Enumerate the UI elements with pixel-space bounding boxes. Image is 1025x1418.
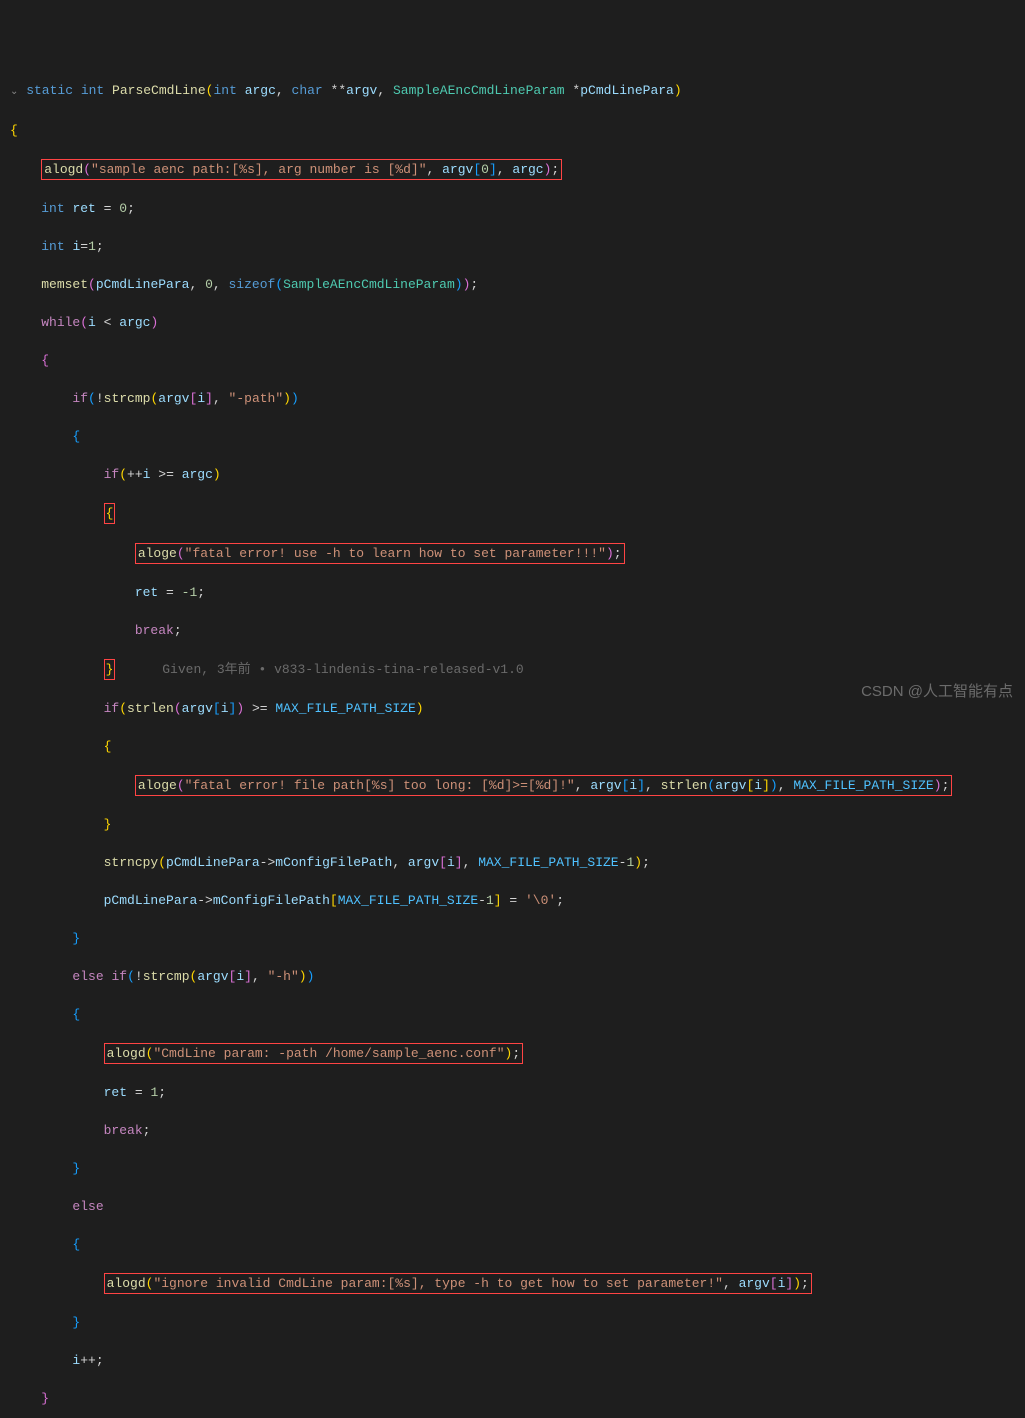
else-if-h-brace[interactable]: { [10, 1005, 1025, 1024]
if-path-brace-close[interactable]: } [10, 929, 1025, 948]
if-inci-brace-close[interactable]: } Given, 3年前 • v833-lindenis-tina-releas… [10, 659, 1025, 680]
else-brace-close[interactable]: } [10, 1313, 1025, 1332]
i-incr[interactable]: i++; [10, 1351, 1025, 1370]
else-if-h-line[interactable]: else if(!strcmp(argv[i], "-h")) [10, 967, 1025, 986]
brace-open[interactable]: { [10, 121, 1025, 140]
decl-i[interactable]: int i=1; [10, 237, 1025, 256]
aloge-fatal-path[interactable]: aloge("fatal error! file path[%s] too lo… [10, 775, 1025, 796]
else-if-h-brace-close[interactable]: } [10, 1159, 1025, 1178]
func-name: ParseCmdLine [112, 83, 206, 98]
while-brace-close[interactable]: } [10, 1389, 1025, 1408]
watermark: CSDN @人工智能有点 [861, 682, 1013, 701]
alogd-cmdline[interactable]: alogd("CmdLine param: -path /home/sample… [10, 1043, 1025, 1064]
alogd-sample-line[interactable]: alogd("sample aenc path:[%s], arg number… [10, 159, 1025, 180]
brace-highlight-open: { [104, 503, 116, 524]
decl-ret[interactable]: int ret = 0; [10, 199, 1025, 218]
highlight-box-5: alogd("ignore invalid CmdLine param:[%s]… [104, 1273, 812, 1294]
memset-line[interactable]: memset(pCmdLinePara, 0, sizeof(SampleAEn… [10, 275, 1025, 294]
if-inci-brace[interactable]: { [10, 503, 1025, 524]
brace-highlight-close: } [104, 659, 116, 680]
fold-icon[interactable]: ⌄ [10, 87, 18, 98]
if-strlen-brace[interactable]: { [10, 737, 1025, 756]
else-line[interactable]: else [10, 1197, 1025, 1216]
if-strlen-brace-close[interactable]: } [10, 815, 1025, 834]
ret-1[interactable]: ret = 1; [10, 1083, 1025, 1102]
else-brace[interactable]: { [10, 1235, 1025, 1254]
if-path-line[interactable]: if(!strcmp(argv[i], "-path")) [10, 389, 1025, 408]
if-inci-line[interactable]: if(++i >= argc) [10, 465, 1025, 484]
while-line[interactable]: while(i < argc) [10, 313, 1025, 332]
kw-static: static [26, 83, 73, 98]
highlight-box-1: alogd("sample aenc path:[%s], arg number… [41, 159, 562, 180]
alogd-ignore[interactable]: alogd("ignore invalid CmdLine param:[%s]… [10, 1273, 1025, 1294]
func-sig-line[interactable]: ⌄ static int ParseCmdLine(int argc, char… [10, 81, 1025, 102]
nul-terminate-line[interactable]: pCmdLinePara->mConfigFilePath[MAX_FILE_P… [10, 891, 1025, 910]
aloge-fatal-h[interactable]: aloge("fatal error! use -h to learn how … [10, 543, 1025, 564]
while-brace-open[interactable]: { [10, 351, 1025, 370]
git-blame-annotation: Given, 3年前 • v833-lindenis-tina-released… [162, 662, 523, 677]
highlight-box-3: aloge("fatal error! file path[%s] too lo… [135, 775, 953, 796]
if-path-brace[interactable]: { [10, 427, 1025, 446]
highlight-box-4: alogd("CmdLine param: -path /home/sample… [104, 1043, 524, 1064]
strncpy-line[interactable]: strncpy(pCmdLinePara->mConfigFilePath, a… [10, 853, 1025, 872]
break-2[interactable]: break; [10, 1121, 1025, 1140]
highlight-box-2: aloge("fatal error! use -h to learn how … [135, 543, 625, 564]
kw-int: int [81, 83, 104, 98]
ret-neg1[interactable]: ret = -1; [10, 583, 1025, 602]
break-1[interactable]: break; [10, 621, 1025, 640]
